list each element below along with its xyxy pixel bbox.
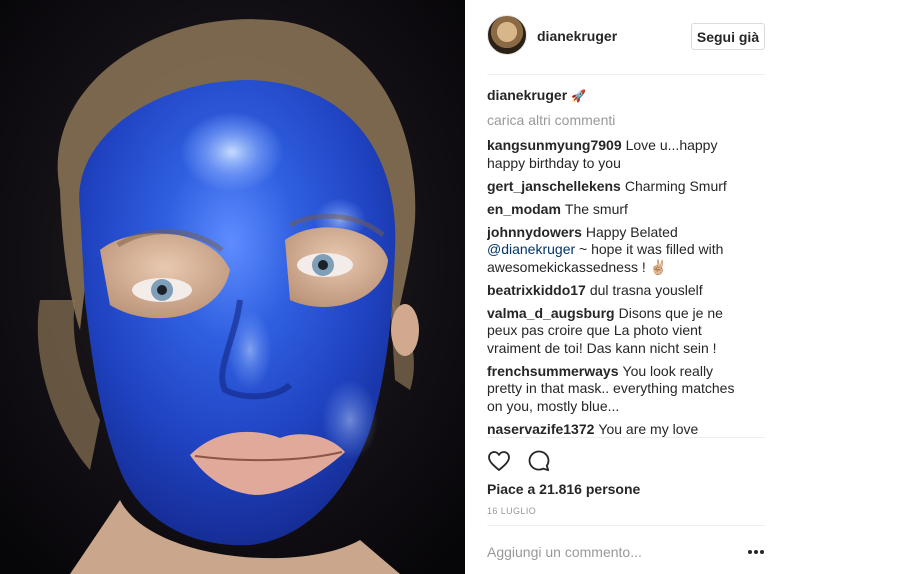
- comment-username[interactable]: johnnydowers: [487, 224, 582, 240]
- more-options-icon[interactable]: [747, 543, 765, 561]
- heart-icon[interactable]: [487, 449, 511, 473]
- actions-divider: [487, 437, 765, 438]
- comment-username[interactable]: valma_d_augsburg: [487, 305, 615, 321]
- comment: valma_d_augsburg Disons que je ne peux pa…: [487, 305, 749, 358]
- comment-bubble-icon[interactable]: [527, 449, 551, 473]
- post-side-panel: dianekruger Segui già dianekruger 🚀 cari…: [465, 0, 920, 574]
- comment: beatrixkiddo17 dul trasna youslelf: [487, 282, 749, 300]
- comment-username[interactable]: gert_janschellekens: [487, 178, 621, 194]
- post-photo: [0, 0, 465, 574]
- post-image: [0, 0, 465, 574]
- caption-username[interactable]: dianekruger: [487, 87, 567, 103]
- comment-username[interactable]: frenchsummerways: [487, 363, 619, 379]
- caption: dianekruger 🚀: [487, 87, 586, 103]
- mention-link[interactable]: @dianekruger: [487, 241, 575, 257]
- add-comment-input[interactable]: [487, 541, 727, 563]
- following-button[interactable]: Segui già: [691, 23, 765, 50]
- post-header: dianekruger Segui già: [487, 15, 765, 57]
- comment-box-divider: [487, 525, 765, 526]
- post-date[interactable]: 16 LUGLIO: [487, 506, 536, 516]
- likes-count[interactable]: Piace a 21.816 persone: [487, 481, 640, 497]
- add-comment-area: [487, 541, 765, 563]
- comment-text: Charming Smurf: [624, 177, 727, 194]
- owner-avatar[interactable]: [487, 15, 527, 55]
- comment-text: The smurf: [564, 200, 628, 217]
- comment-username[interactable]: en_modam: [487, 201, 561, 217]
- comment: kangsunmyung7909 Love u...happy happy bir…: [487, 137, 749, 172]
- comments-list[interactable]: kangsunmyung7909 Love u...happy happy bir…: [487, 137, 749, 437]
- comment-text: dul trasna youslelf: [589, 281, 703, 298]
- comment-username[interactable]: beatrixkiddo17: [487, 282, 586, 298]
- comment: naservazife1372 You are my love: [487, 421, 749, 438]
- comment-text: You are my love: [598, 420, 699, 437]
- comment-username[interactable]: kangsunmyung7909: [487, 137, 622, 153]
- comment-text: Happy Belated: [585, 223, 678, 240]
- comment: en_modam The smurf: [487, 201, 749, 219]
- comment: johnnydowers Happy Belated @dianekruger ~ …: [487, 224, 749, 277]
- comment: frenchsummerways You look really pretty i…: [487, 363, 749, 416]
- owner-username[interactable]: dianekruger: [537, 28, 617, 44]
- load-more-comments-link[interactable]: carica altri commenti: [487, 112, 615, 128]
- comment-username[interactable]: naservazife1372: [487, 421, 594, 437]
- header-divider: [487, 74, 765, 75]
- comment: gert_janschellekens Charming Smurf: [487, 178, 749, 196]
- rocket-emoji: 🚀: [571, 89, 586, 103]
